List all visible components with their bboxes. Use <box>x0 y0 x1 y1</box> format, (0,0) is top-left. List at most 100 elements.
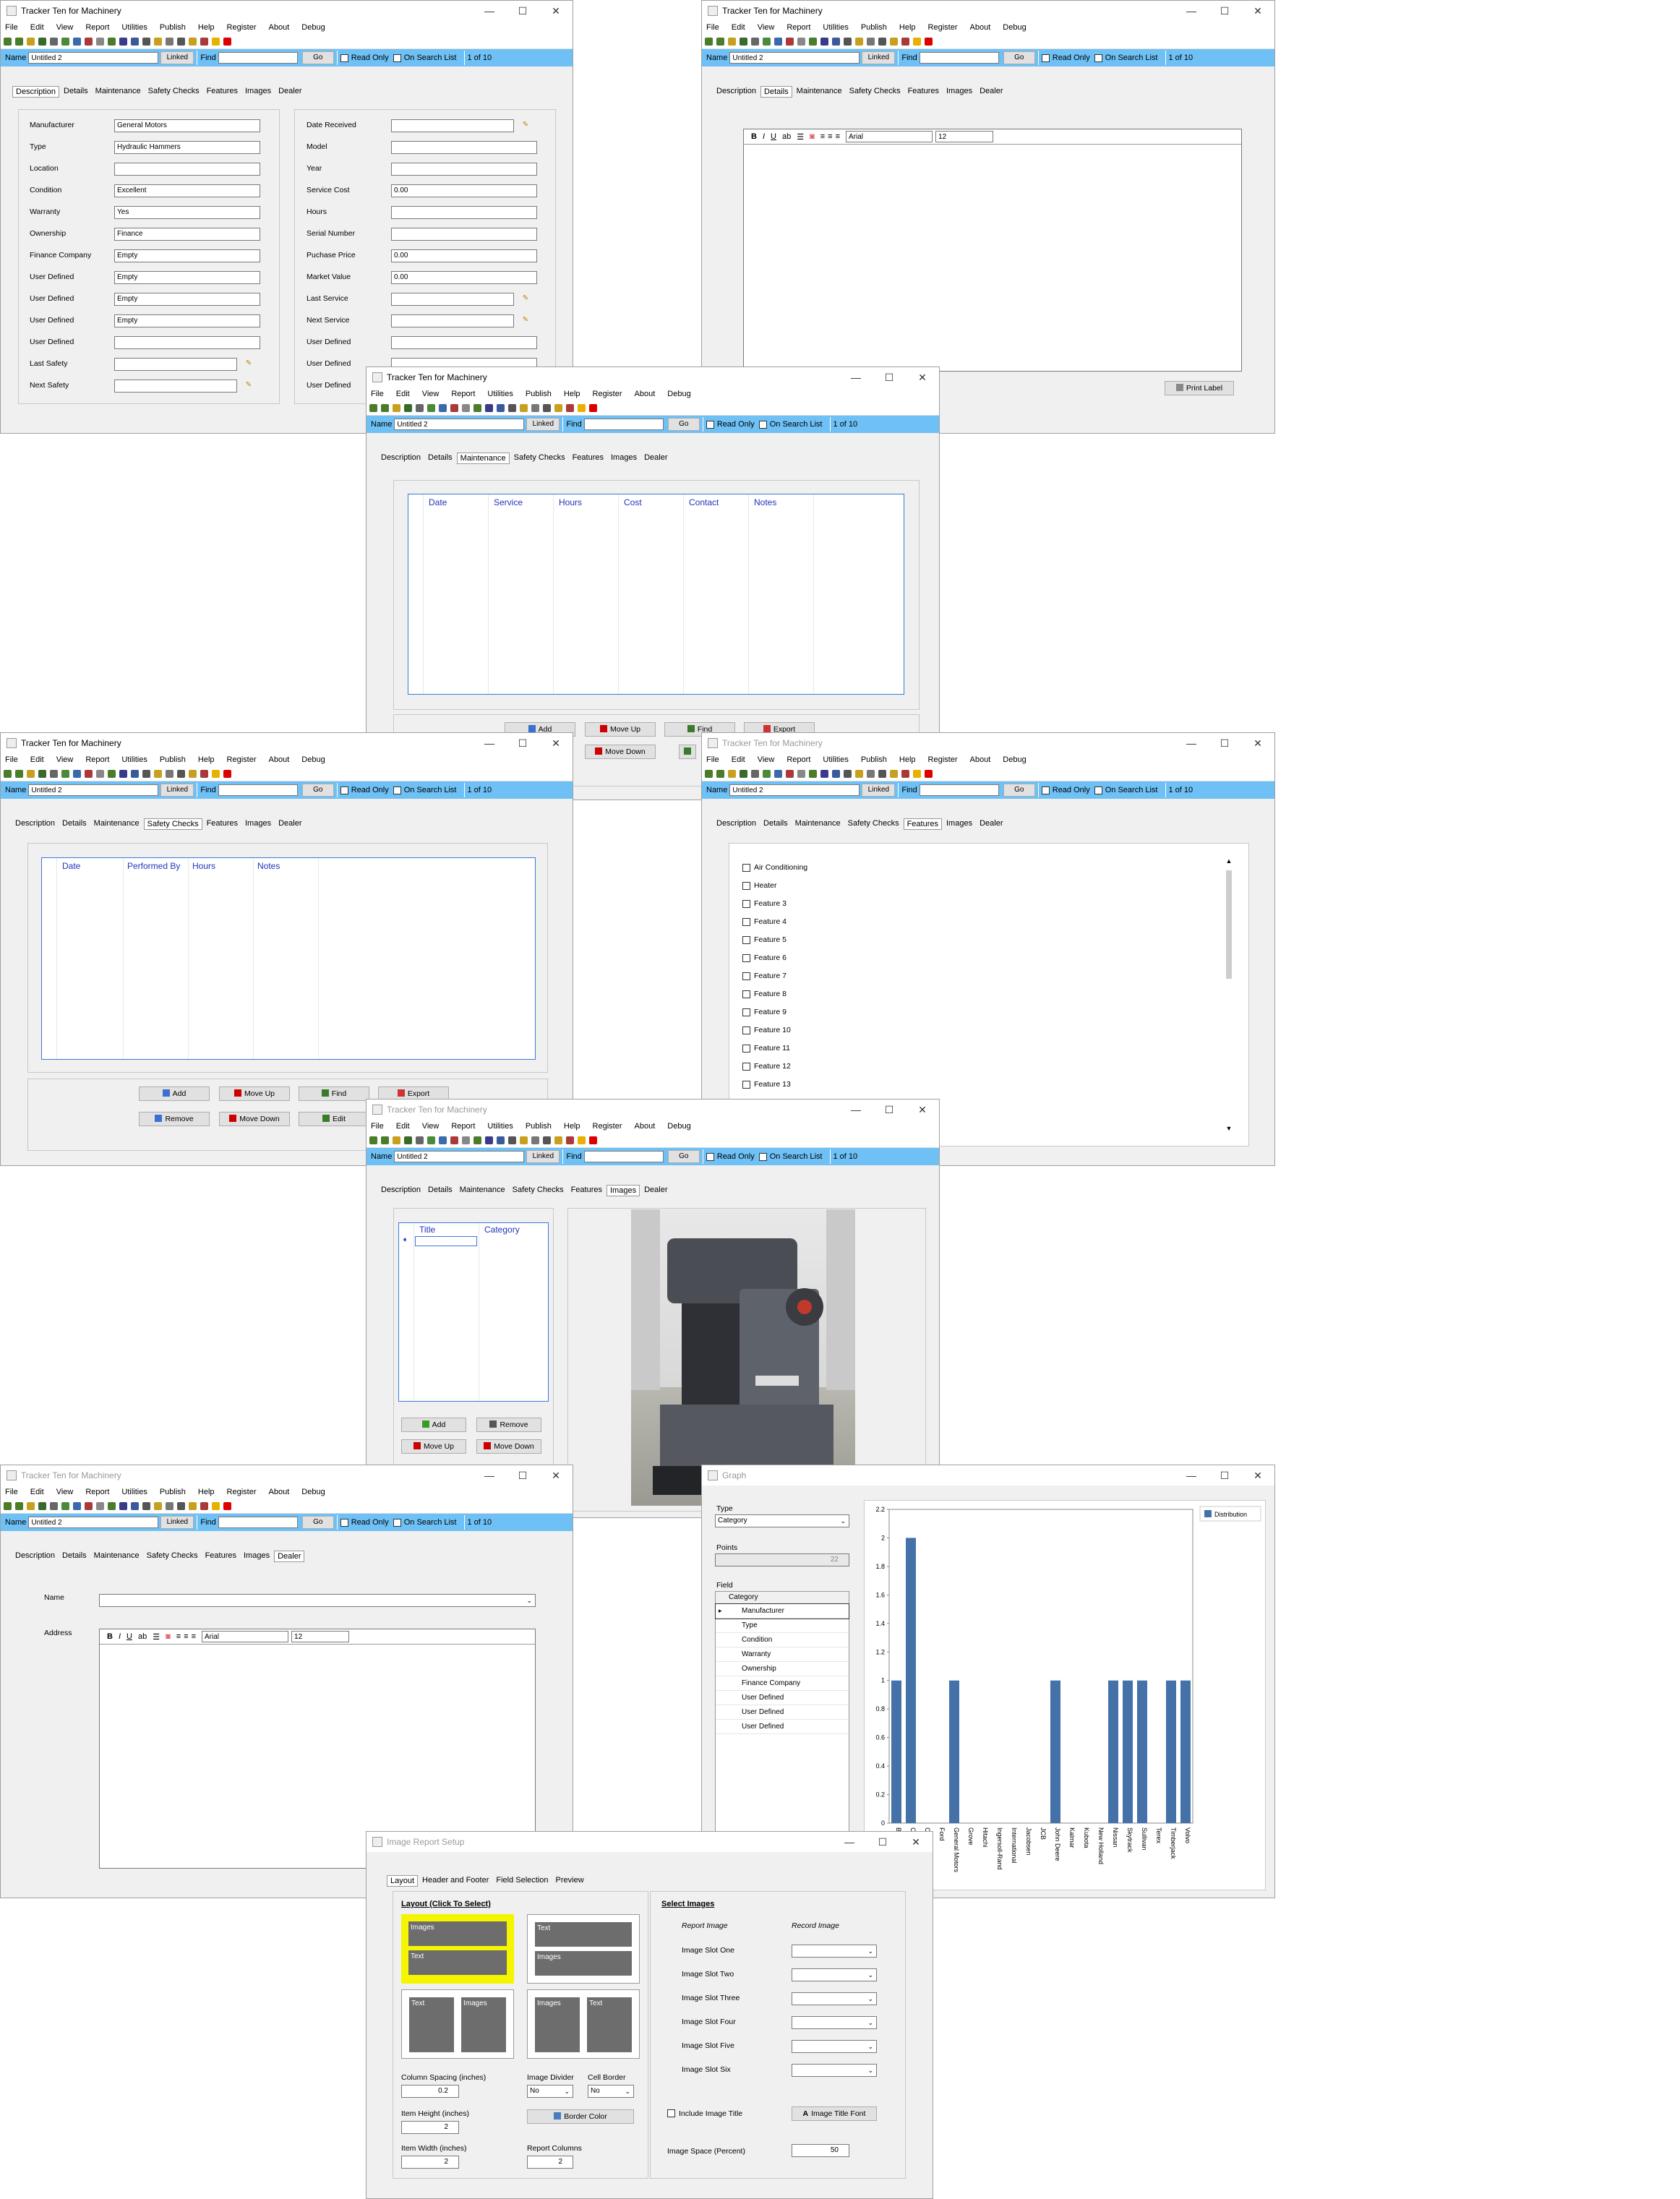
calendar-icon[interactable]: ✎ <box>518 119 533 132</box>
new-icon[interactable] <box>27 37 35 46</box>
report-icon[interactable] <box>844 769 852 778</box>
label-icon[interactable] <box>154 769 162 778</box>
details-rich-editor[interactable]: B I Uab ☰ ◙ ≡ ≡ ≡ Arial 12 <box>743 129 1242 372</box>
delete-icon[interactable] <box>85 769 93 778</box>
title-bar[interactable]: Tracker Ten for Machinery — ☐ ✕ <box>367 1100 939 1120</box>
scroll-thumb[interactable] <box>1226 870 1232 979</box>
field-input[interactable]: Empty <box>114 293 260 306</box>
field-list-item[interactable]: Warranty <box>716 1647 849 1662</box>
menu-report[interactable]: Report <box>787 755 810 764</box>
title-bar[interactable]: Tracker Ten for Machinery — ☐ ✕ <box>1 733 573 753</box>
name-input[interactable]: Untitled 2 <box>729 52 860 64</box>
delete-icon[interactable] <box>85 1501 93 1510</box>
chevron-down-icon[interactable]: ⌄ <box>625 2086 630 2097</box>
image-move-down-button[interactable]: Move Down <box>476 1439 541 1454</box>
feature-item[interactable]: Feature 6 <box>742 953 787 962</box>
tab-dealer[interactable]: Dealer <box>275 818 304 830</box>
strike-icon[interactable]: ab <box>138 1632 147 1641</box>
date-picker[interactable] <box>114 380 237 393</box>
find-input[interactable] <box>583 1151 664 1162</box>
close-icon[interactable]: ✕ <box>1241 737 1274 750</box>
maximize-icon[interactable]: ☐ <box>1208 1470 1241 1482</box>
image-slot-select[interactable]: ⌄ <box>792 2040 877 2053</box>
delete-icon[interactable] <box>450 403 458 412</box>
menu-debug[interactable]: Debug <box>301 23 325 32</box>
table-icon[interactable] <box>497 1136 505 1144</box>
tab-details[interactable]: Details <box>760 86 792 98</box>
feature-item[interactable]: Feature 10 <box>742 1026 791 1034</box>
field-list-item[interactable]: Condition <box>716 1633 849 1647</box>
tab-field-selection[interactable]: Field Selection <box>493 1875 551 1887</box>
col-header-performed-by[interactable]: Performed By <box>127 861 180 871</box>
tab-images[interactable]: Images <box>943 86 975 98</box>
chevron-down-icon[interactable]: ⌄ <box>867 2065 873 2076</box>
image-slot-select[interactable]: ⌄ <box>792 2064 877 2077</box>
table-icon[interactable] <box>832 37 840 46</box>
scroll-up-icon[interactable]: ▲ <box>1224 857 1234 865</box>
tab-features[interactable]: Features <box>905 86 942 98</box>
chevron-down-icon[interactable]: ⌄ <box>526 1595 532 1606</box>
tab-description[interactable]: Description <box>12 1551 58 1562</box>
move-up-button[interactable]: Move Up <box>219 1086 290 1101</box>
report-columns-spinner[interactable]: 2 <box>527 2156 573 2169</box>
feature-item[interactable]: Feature 12 <box>742 1062 791 1071</box>
feature-item[interactable]: Feature 4 <box>742 917 787 926</box>
size-select[interactable]: 12 <box>935 131 994 142</box>
feature-checkbox[interactable] <box>742 899 750 908</box>
table-icon[interactable] <box>131 1501 139 1510</box>
images-icon[interactable] <box>189 769 197 778</box>
menu-publish[interactable]: Publish <box>160 23 186 32</box>
linked-button[interactable]: Linked <box>526 418 560 431</box>
italic-icon[interactable]: I <box>119 1632 121 1641</box>
menu-publish[interactable]: Publish <box>160 1488 186 1496</box>
menu-file[interactable]: File <box>5 1488 18 1496</box>
close-icon[interactable]: ✕ <box>906 1104 939 1116</box>
col-header-contact[interactable]: Contact <box>689 497 719 507</box>
image-slot-select[interactable]: ⌄ <box>792 1945 877 1958</box>
tab-safety-checks[interactable]: Safety Checks <box>847 86 904 98</box>
images-icon[interactable] <box>554 1136 562 1144</box>
filter-icon[interactable] <box>809 37 817 46</box>
menu-view[interactable]: View <box>758 23 775 32</box>
back-icon[interactable] <box>4 769 12 778</box>
image-slot-select[interactable]: ⌄ <box>792 1968 877 1981</box>
search-icon[interactable] <box>96 1501 104 1510</box>
col-header-cost[interactable]: Cost <box>624 497 642 507</box>
find-button[interactable]: Find <box>299 1086 369 1101</box>
feature-item[interactable]: Feature 8 <box>742 990 787 998</box>
menu-help[interactable]: Help <box>198 755 215 764</box>
label-icon[interactable] <box>154 37 162 46</box>
menu-debug[interactable]: Debug <box>301 755 325 764</box>
field-input[interactable]: Hydraulic Hammers <box>114 141 260 154</box>
tab-description[interactable]: Description <box>713 818 759 830</box>
tab-header-footer[interactable]: Header and Footer <box>419 1875 492 1887</box>
title-bar[interactable]: Image Report Setup — ☐ ✕ <box>367 1832 933 1852</box>
menu-view[interactable]: View <box>56 23 74 32</box>
bold-icon[interactable]: B <box>751 132 757 141</box>
align-center-icon[interactable]: ≡ <box>184 1632 188 1641</box>
underline-icon[interactable]: U <box>771 132 776 141</box>
cell-border-select[interactable]: No ⌄ <box>588 2085 634 2098</box>
menu-debug[interactable]: Debug <box>301 1488 325 1496</box>
chevron-down-icon[interactable]: ⌄ <box>840 1515 846 1527</box>
col-header-title[interactable]: Title <box>419 1225 435 1235</box>
tab-features[interactable]: Features <box>903 818 942 830</box>
title-bar[interactable]: Tracker Ten for Machinery — ☐ ✕ <box>1 1 573 21</box>
align-right-icon[interactable]: ≡ <box>192 1632 196 1641</box>
maximize-icon[interactable]: ☐ <box>866 1836 899 1848</box>
forward-icon[interactable] <box>716 37 724 46</box>
checkmark-icon[interactable] <box>925 37 933 46</box>
field-input[interactable] <box>391 141 537 154</box>
chevron-down-icon[interactable]: ⌄ <box>867 2041 873 2052</box>
report-icon[interactable] <box>142 769 150 778</box>
field-input[interactable] <box>391 228 537 241</box>
tab-details[interactable]: Details <box>61 86 91 98</box>
forward-icon[interactable] <box>716 769 724 778</box>
report-icon[interactable] <box>142 37 150 46</box>
field-input[interactable]: Empty <box>114 249 260 262</box>
tab-maintenance[interactable]: Maintenance <box>93 86 144 98</box>
include-title-checkbox[interactable] <box>667 2109 675 2117</box>
chevron-down-icon[interactable]: ⌄ <box>867 1993 873 2005</box>
feature-item[interactable]: Feature 13 <box>742 1080 791 1089</box>
calendar-icon[interactable] <box>820 37 828 46</box>
